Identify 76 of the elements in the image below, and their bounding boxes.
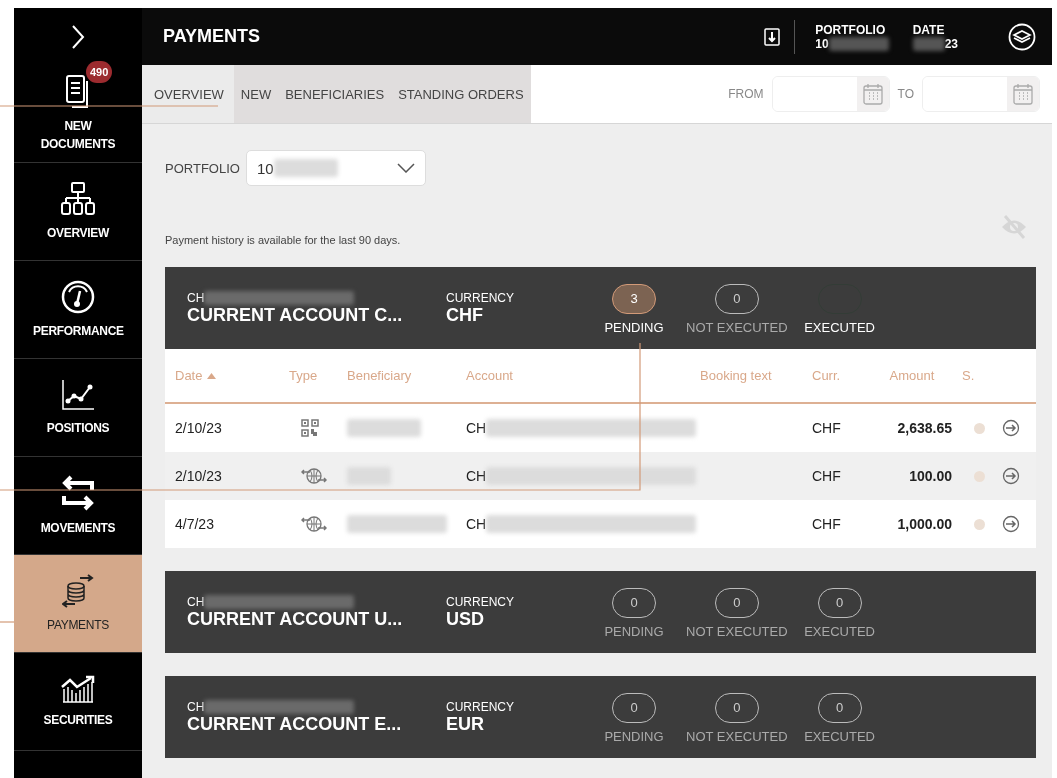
documents-icon [66,74,90,109]
date-label: DATE [912,22,946,37]
sidebar-label: OVERVIEW [45,224,111,242]
blurred-text [828,36,889,51]
arrow-circle-icon[interactable] [1002,419,1020,437]
hierarchy-icon [61,181,95,216]
account-name: CURRENT ACCOUNT U... [187,608,404,630]
currency-label: CURRENCY [446,290,515,305]
date-cell-text: 4/7/23 [175,516,215,532]
account-number: CH [187,594,205,609]
page-title: PAYMENTS [163,26,261,47]
leader-line [0,621,15,623]
currency-code: CHF [446,304,484,326]
portfolio-label: PORTFOLIO [815,22,887,37]
currency-label: CURRENCY [446,699,515,714]
status-label: EXECUTED [804,623,875,639]
sidebar-label: PAYMENTS [46,616,110,634]
status-label: NOT EXECUTED [686,728,788,744]
chevron-right-icon[interactable] [70,23,86,50]
account-cell: CH [466,516,487,532]
account-number: CH [187,699,205,714]
sidebar-label: NEW DOCUMENTS [39,117,117,153]
status-label: PENDING [604,319,664,335]
growth-chart-icon [61,674,95,703]
arrow-circle-icon[interactable] [1002,515,1020,533]
portfolio-number: 10 [815,36,829,51]
gauge-icon [61,279,95,314]
globe-arrows-icon [301,515,327,533]
arrow-circle-icon[interactable] [1002,467,1020,485]
currency-cell-text: CHF [812,468,842,484]
caret-icon [396,163,415,173]
tab[interactable]: OVERVIEW [142,65,234,123]
blurred-text [912,36,945,51]
account-cell: CH [466,420,487,436]
status-label: NOT EXECUTED [686,319,788,335]
amount-cell-text: 2,638.65 [896,420,952,436]
swap-arrows-icon [61,474,95,511]
account-cell: CH [466,468,487,484]
status-label: EXECUTED [804,728,875,744]
sidebar-label: POSITIONS [45,419,111,437]
portfolio-label: PORTFOLIO [165,160,240,176]
currency-code: EUR [446,713,485,735]
status-count[interactable]: 3 [612,283,656,314]
sidebar-label: MOVEMENTS [39,519,117,537]
date-input[interactable] [922,76,1040,112]
line-chart-icon [61,378,95,411]
sidebar-label: SECURITIES [42,711,114,729]
date-value: 23 [944,36,958,51]
currency-cell-text: CHF [812,420,842,436]
coins-arrows-icon [62,573,94,608]
sidebar-label: PERFORMANCE [33,322,123,340]
account-name: CURRENT ACCOUNT C... [187,304,404,326]
currency-code: USD [446,608,485,630]
date-cell-text: 2/10/23 [175,420,223,436]
portfolio-dropdown[interactable]: 10 [245,150,426,186]
from-label: FROM [728,87,764,101]
account-number: CH [187,290,205,305]
layers-icon[interactable] [1008,22,1036,51]
qr-code-icon [301,419,319,437]
globe-arrows-icon [301,467,327,485]
amount-cell-text: 1,000.00 [896,516,952,532]
status-label: PENDING [604,623,664,639]
account-name: CURRENT ACCOUNT E... [187,713,403,735]
notification-badge: 490 [86,60,113,83]
currency-label: CURRENCY [446,594,515,609]
history-note: Payment history is available for the last 90 days. [165,234,401,246]
download-icon[interactable] [764,27,781,46]
sidebar-item[interactable]: PAYMENTS [14,555,142,653]
status-label: NOT EXECUTED [686,623,788,639]
status-label: PENDING [604,728,664,744]
to-label: TO [897,87,914,101]
currency-cell-text: CHF [812,516,842,532]
status-label: EXECUTED [804,319,875,335]
amount-cell-text: 100.00 [908,468,952,484]
date-cell-text: 2/10/23 [175,468,223,484]
date-input[interactable] [771,76,890,112]
